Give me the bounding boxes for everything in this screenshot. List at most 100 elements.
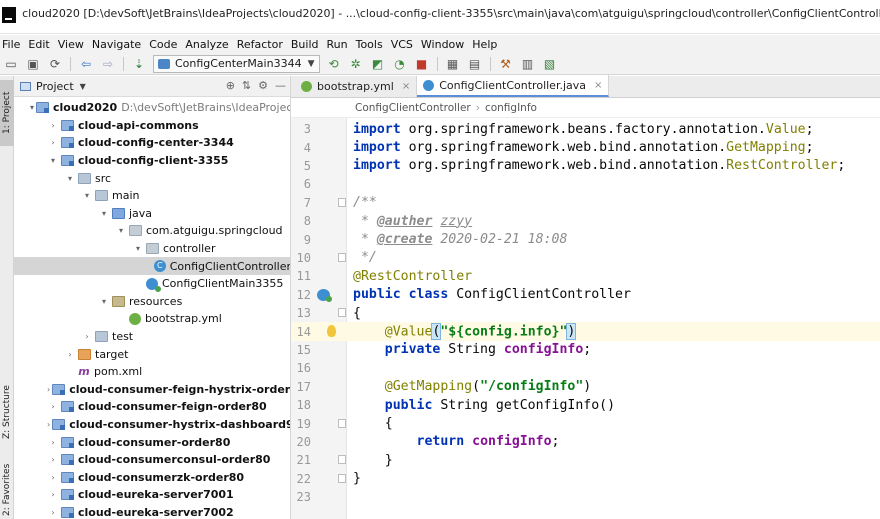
menu-refactor[interactable]: Refactor	[234, 38, 288, 51]
tree-item[interactable]: › cloud-consumer-feign-hystrix-order80	[14, 381, 290, 399]
settings-wrench-icon[interactable]: ⚒	[497, 55, 515, 73]
tree-item[interactable]: › cloud-consumer-order80	[14, 433, 290, 451]
fold-marker-icon[interactable]	[338, 473, 346, 483]
chevron-right-icon[interactable]: ›	[47, 438, 59, 447]
close-icon[interactable]: ×	[594, 80, 602, 91]
menu-run[interactable]: Run	[324, 38, 353, 51]
gear-icon[interactable]: ⚙	[258, 79, 268, 92]
tree-item[interactable]: ▾ controller	[14, 240, 290, 258]
build-hammer-icon[interactable]: ⇣	[130, 55, 148, 73]
open-folder-icon[interactable]: ▭	[2, 55, 20, 73]
tree-item[interactable]: ▾ cloud2020 D:\devSoft\JetBrains\IdeaProje…	[14, 99, 290, 117]
tree-item[interactable]: › cloud-consumerconsul-order80	[14, 451, 290, 469]
tree-item[interactable]: ▾ cloud-config-client-3355	[14, 152, 290, 170]
chevron-right-icon[interactable]: ›	[47, 402, 59, 411]
code-line[interactable]: 8 * @auther zzyy	[291, 212, 880, 230]
tree-item[interactable]: bootstrap.yml	[14, 310, 290, 328]
structure-tool-tab[interactable]: Z: Structure	[0, 376, 14, 448]
code-line[interactable]: 14 @Value("${config.info}")	[291, 322, 880, 341]
code-line[interactable]: 12 public class ConfigClientController	[291, 286, 880, 304]
breadcrumb-field[interactable]: configInfo	[485, 102, 537, 114]
chevron-right-icon[interactable]: ›	[81, 332, 93, 341]
code-line[interactable]: 10 */	[291, 249, 880, 267]
code-line[interactable]: 18 public String getConfigInfo()	[291, 396, 880, 414]
tree-item[interactable]: › cloud-consumer-feign-order80	[14, 398, 290, 416]
menu-window[interactable]: Window	[418, 38, 469, 51]
locate-target-icon[interactable]: ⊕	[226, 79, 235, 92]
chevron-right-icon[interactable]: ›	[47, 490, 59, 499]
tree-item[interactable]: › cloud-consumerzk-order80	[14, 469, 290, 487]
code-line[interactable]: 21 }	[291, 451, 880, 469]
chevron-right-icon[interactable]: ›	[47, 508, 59, 517]
code-line[interactable]: 5 import org.springframework.web.bind.ann…	[291, 157, 880, 175]
code-line[interactable]: 7 /**	[291, 194, 880, 212]
chevron-down-icon[interactable]: ▾	[64, 174, 76, 183]
code-line[interactable]: 3 import org.springframework.beans.factor…	[291, 120, 880, 138]
save-all-icon[interactable]: ▣	[24, 55, 42, 73]
tree-item[interactable]: › test	[14, 328, 290, 346]
project-structure-icon[interactable]: ▦	[444, 55, 462, 73]
code-line[interactable]: 22}	[291, 470, 880, 488]
tree-item[interactable]: ▾ java	[14, 205, 290, 223]
menu-help[interactable]: Help	[469, 38, 502, 51]
sdk-icon[interactable]: ▤	[466, 55, 484, 73]
tree-item[interactable]: C ConfigClientController	[14, 257, 290, 275]
tree-item[interactable]: › cloud-consumer-hystrix-dashboard9001	[14, 416, 290, 434]
tree-item[interactable]: ▾ src	[14, 169, 290, 187]
tree-item[interactable]: ▾ resources	[14, 293, 290, 311]
collapse-all-icon[interactable]: ⇅	[242, 79, 251, 92]
fold-marker-icon[interactable]	[338, 455, 346, 465]
chevron-right-icon[interactable]: ›	[47, 385, 50, 394]
coverage-icon[interactable]: ◩	[369, 55, 387, 73]
tree-item[interactable]: › cloud-config-center-3344	[14, 134, 290, 152]
chevron-right-icon[interactable]: ›	[47, 473, 59, 482]
code-line[interactable]: 19 {	[291, 414, 880, 432]
vcs-icon[interactable]: ▧	[541, 55, 559, 73]
close-icon[interactable]: ×	[402, 81, 410, 92]
tree-item[interactable]: ConfigClientMain3355	[14, 275, 290, 293]
spring-bean-icon[interactable]	[317, 288, 332, 302]
chevron-down-icon[interactable]: ▾	[98, 297, 110, 306]
fold-marker-icon[interactable]	[338, 308, 346, 318]
menu-file[interactable]: File	[0, 38, 25, 51]
tree-item[interactable]: ▾ main	[14, 187, 290, 205]
chevron-right-icon[interactable]: ›	[47, 138, 59, 147]
code-line[interactable]: 20 return configInfo;	[291, 433, 880, 451]
tree-item[interactable]: › cloud-eureka-server7001	[14, 486, 290, 504]
chevron-down-icon[interactable]: ▾	[132, 244, 144, 253]
menu-analyze[interactable]: Analyze	[182, 38, 233, 51]
fold-marker-icon[interactable]	[338, 252, 346, 262]
code-area[interactable]: 3 import org.springframework.beans.factor…	[291, 118, 880, 519]
tree-item[interactable]: › target	[14, 345, 290, 363]
hide-panel-icon[interactable]: —	[275, 79, 286, 92]
lightbulb-icon[interactable]	[327, 324, 336, 337]
chevron-right-icon[interactable]: ›	[47, 455, 59, 464]
debug-icon[interactable]: ✲	[347, 55, 365, 73]
code-line[interactable]: 15 private String configInfo;	[291, 341, 880, 359]
editor-tab[interactable]: ConfigClientController.java ×	[417, 75, 610, 97]
code-line[interactable]: 17 @GetMapping("/configInfo")	[291, 378, 880, 396]
menu-navigate[interactable]: Navigate	[89, 38, 146, 51]
code-line[interactable]: 4 import org.springframework.web.bind.ann…	[291, 138, 880, 156]
forward-arrow-icon[interactable]: ⇨	[99, 55, 117, 73]
run-configuration-select[interactable]: ConfigCenterMain3344 ▼	[153, 54, 320, 73]
menu-edit[interactable]: Edit	[25, 38, 54, 51]
tree-item[interactable]: › cloud-eureka-server7002	[14, 504, 290, 519]
profile-icon[interactable]: ◔	[391, 55, 409, 73]
rerun-icon[interactable]: ⟲	[325, 55, 343, 73]
chevron-down-icon[interactable]: ▾	[115, 226, 127, 235]
fold-marker-icon[interactable]	[338, 418, 346, 428]
code-line[interactable]: 9 * @create 2020-02-21 18:08	[291, 230, 880, 248]
code-line[interactable]: 23	[291, 488, 880, 506]
code-line[interactable]: 6	[291, 175, 880, 193]
favorites-tool-tab[interactable]: 2: Favorites	[0, 461, 14, 519]
structure-icon[interactable]: ▥	[519, 55, 537, 73]
breadcrumb-class[interactable]: ConfigClientController	[355, 102, 471, 114]
menu-tools[interactable]: Tools	[353, 38, 388, 51]
tree-item[interactable]: m pom.xml	[14, 363, 290, 381]
project-tool-tab[interactable]: 1: Project	[0, 80, 14, 146]
chevron-down-icon[interactable]: ▾	[98, 209, 110, 218]
menu-code[interactable]: Code	[146, 38, 182, 51]
tree-item[interactable]: › cloud-api-commons	[14, 117, 290, 135]
menu-view[interactable]: View	[55, 38, 89, 51]
